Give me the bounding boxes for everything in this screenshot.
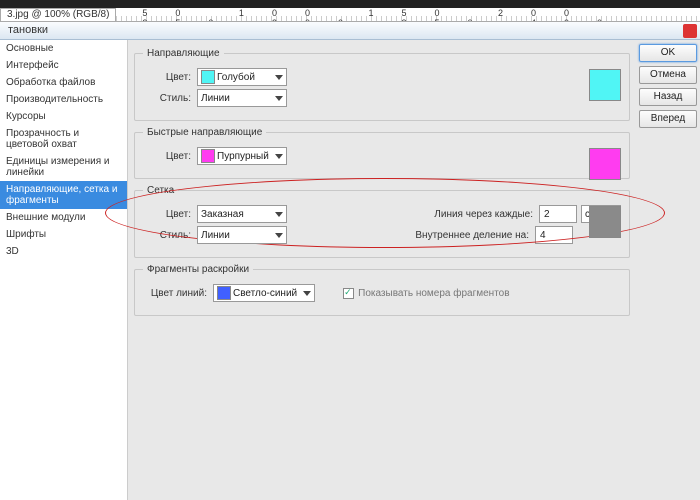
smartguides-color-dropdown[interactable]: Пурпурный — [197, 147, 287, 165]
sidebar-item-7[interactable]: Направляющие, сетка и фрагменты — [0, 181, 127, 209]
settings-panel: Направляющие Цвет: Голубой Стиль: Линии — [128, 40, 636, 500]
slices-linecolor-dropdown[interactable]: Светло-синий — [213, 284, 315, 302]
sidebar-item-10[interactable]: 3D — [0, 243, 127, 260]
sidebar-item-4[interactable]: Курсоры — [0, 108, 127, 125]
grid-legend: Сетка — [143, 185, 178, 196]
sidebar-item-0[interactable]: Основные — [0, 40, 127, 57]
sidebar-item-3[interactable]: Производительность — [0, 91, 127, 108]
smartguides-preview-swatch[interactable] — [589, 148, 621, 180]
dialog-buttons: OK Отмена Назад Вперед — [636, 40, 700, 500]
back-button[interactable]: Назад — [639, 88, 697, 106]
slices-legend: Фрагменты раскройки — [143, 264, 253, 275]
grid-lineevery-input[interactable] — [539, 205, 577, 223]
sidebar-item-1[interactable]: Интерфейс — [0, 57, 127, 74]
sidebar-item-9[interactable]: Шрифты — [0, 226, 127, 243]
forward-button[interactable]: Вперед — [639, 110, 697, 128]
guides-color-swatch-icon — [201, 70, 215, 84]
dialog-title: тановки — [0, 22, 700, 40]
guides-style-dropdown[interactable]: Линии — [197, 89, 287, 107]
cancel-button[interactable]: Отмена — [639, 66, 697, 84]
grid-color-label: Цвет: — [143, 209, 191, 220]
grid-preview-swatch[interactable] — [589, 206, 621, 238]
document-tab[interactable]: 3.jpg @ 100% (RGB/8) — [0, 8, 116, 22]
chevron-down-icon — [275, 212, 283, 217]
grid-group: Сетка Цвет: Заказная Линия через каждые:… — [134, 185, 630, 258]
grid-lineevery-label: Линия через каждые: — [393, 209, 533, 220]
smartguides-color-label: Цвет: — [143, 151, 191, 162]
guides-style-label: Стиль: — [143, 93, 191, 104]
guides-group: Направляющие Цвет: Голубой Стиль: Линии — [134, 48, 630, 121]
slices-group: Фрагменты раскройки Цвет линий: Светло-с… — [134, 264, 630, 316]
smartguides-legend: Быстрые направляющие — [143, 127, 266, 138]
guides-preview-swatch[interactable] — [589, 69, 621, 101]
guides-color-dropdown[interactable]: Голубой — [197, 68, 287, 86]
grid-subdiv-input[interactable] — [535, 226, 573, 244]
grid-style-dropdown[interactable]: Линии — [197, 226, 287, 244]
guides-legend: Направляющие — [143, 48, 224, 59]
grid-style-label: Стиль: — [143, 230, 191, 241]
chevron-down-icon — [275, 233, 283, 238]
sidebar-item-5[interactable]: Прозрачность и цветовой охват — [0, 125, 127, 153]
chevron-down-icon — [275, 75, 283, 80]
sidebar-item-2[interactable]: Обработка файлов — [0, 74, 127, 91]
grid-subdiv-label: Внутреннее деление на: — [389, 230, 529, 241]
ok-button[interactable]: OK — [639, 44, 697, 62]
slices-color-swatch-icon — [217, 286, 231, 300]
guides-color-label: Цвет: — [143, 72, 191, 83]
ruler-numbers: 50 100 150 200 250 300 350 400 450 500 5… — [116, 8, 700, 22]
chevron-down-icon — [303, 291, 311, 296]
chevron-down-icon — [275, 154, 283, 159]
sidebar-item-8[interactable]: Внешние модули — [0, 209, 127, 226]
slices-linecolor-label: Цвет линий: — [143, 288, 207, 299]
smartguides-color-swatch-icon — [201, 149, 215, 163]
slices-shownumbers-checkbox[interactable] — [343, 288, 354, 299]
close-icon[interactable] — [683, 24, 697, 38]
ruler: 3.jpg @ 100% (RGB/8) 50 100 150 200 250 … — [0, 8, 700, 22]
grid-color-dropdown[interactable]: Заказная — [197, 205, 287, 223]
chevron-down-icon — [275, 96, 283, 101]
smartguides-group: Быстрые направляющие Цвет: Пурпурный — [134, 127, 630, 179]
slices-shownumbers-label: Показывать номера фрагментов — [358, 288, 509, 299]
app-titlebar — [0, 0, 700, 8]
sidebar-item-6[interactable]: Единицы измерения и линейки — [0, 153, 127, 181]
sidebar: ОсновныеИнтерфейсОбработка файловПроизво… — [0, 40, 128, 500]
